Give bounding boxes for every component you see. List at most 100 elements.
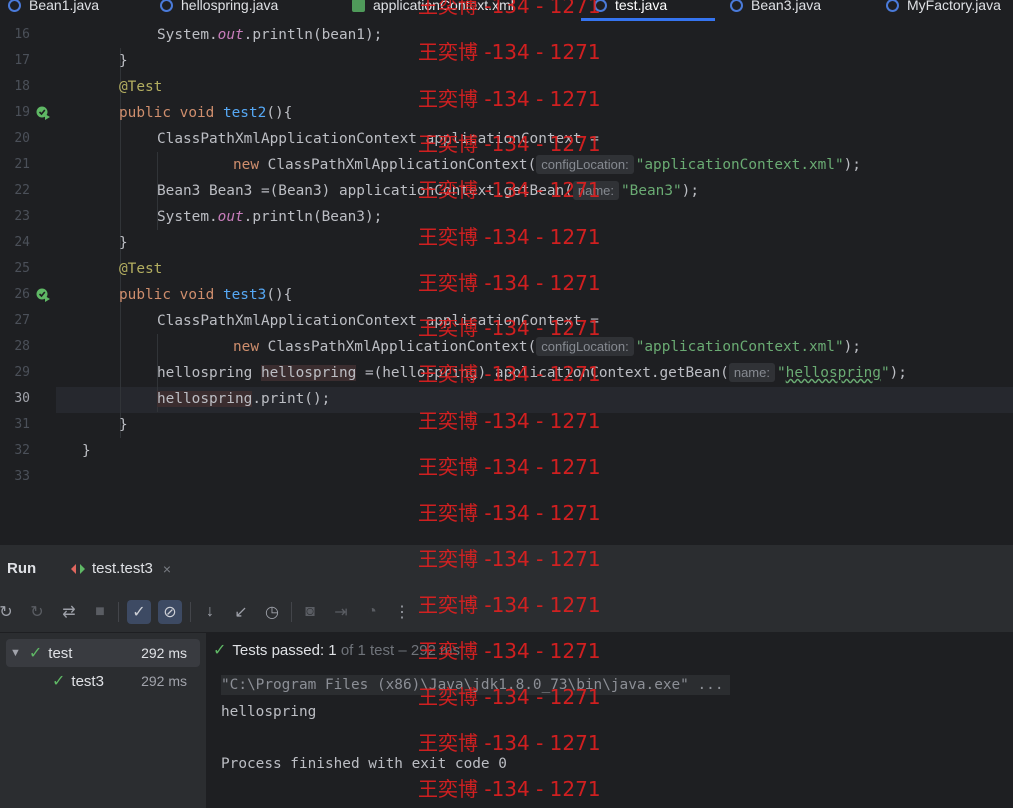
stop-icon[interactable]: ■ (88, 600, 112, 624)
close-tab-icon[interactable]: × (163, 561, 171, 577)
code-line-18: @Test (119, 79, 163, 95)
history-icon[interactable]: ◷ (260, 600, 284, 624)
toggle-auto-test-icon[interactable]: ⇄ (57, 600, 81, 624)
check-icon: ✓ (213, 642, 227, 659)
line-number: 21 (14, 157, 30, 172)
code-line-30: hellospring.print(); (157, 391, 331, 407)
line-number: 20 (14, 131, 30, 146)
more-icon[interactable]: ⋮ (390, 600, 414, 624)
code-line-32: } (82, 443, 91, 459)
tree-item-label: test (48, 644, 73, 662)
tab-application-context[interactable]: applicationContext.xml (352, 0, 514, 19)
code-line-28: new ClassPathXmlApplicationContext(confi… (233, 337, 861, 356)
tab-test[interactable]: test.java (594, 0, 667, 19)
tab-label: MyFactory.java (907, 0, 1001, 13)
tab-label: Bean3.java (751, 0, 822, 13)
test-status-bar: ✓ Tests passed: 1 of 1 test – 292 ms (213, 640, 460, 660)
tree-item-time: 292 ms (141, 645, 187, 661)
active-tab-indicator (581, 18, 715, 21)
java-class-icon (8, 0, 21, 12)
code-editor[interactable]: 16 17 18 19 20 21 22 23 24 25 26 27 28 2… (0, 22, 1013, 544)
tab-myfactory[interactable]: MyFactory.java (886, 0, 1001, 19)
tests-summary: of 1 test – 292 ms (340, 641, 461, 659)
code-line-17: } (119, 53, 128, 69)
code-line-22: Bean3 Bean3 =(Bean3) applicationContext.… (157, 181, 699, 200)
line-number: 22 (14, 183, 30, 198)
tab-label: test.java (615, 0, 668, 13)
line-number: 24 (14, 235, 30, 250)
xml-file-icon (352, 0, 365, 12)
line-number: 26 (14, 287, 30, 302)
import-tests-icon[interactable]: ⇥ (329, 600, 353, 624)
java-class-icon (160, 0, 173, 12)
run-panel-title: Run (7, 560, 37, 577)
code-line-21: new ClassPathXmlApplicationContext(confi… (233, 155, 861, 174)
line-number: 31 (14, 417, 30, 432)
editor-tab-bar: Bean1.java hellospring.java applicationC… (0, 0, 1013, 23)
line-number: 28 (14, 339, 30, 354)
sort-duration-icon[interactable]: ↙ (229, 600, 253, 624)
run-tab-test3[interactable]: test.test3 × (70, 560, 171, 577)
tree-item-label: test3 (71, 672, 104, 690)
run-tab-label: test.test3 (92, 560, 153, 577)
tab-hellospring[interactable]: hellospring.java (160, 0, 278, 19)
line-number: 16 (14, 27, 30, 42)
check-icon: ✓ (52, 673, 66, 690)
tree-item-test[interactable]: ▼ ✓ test 292 ms (6, 639, 200, 667)
line-number: 33 (14, 469, 30, 484)
tab-label: applicationContext.xml (373, 0, 514, 13)
line-number: 27 (14, 313, 30, 328)
code-line-16: System.out.println(bean1); (157, 27, 383, 43)
test-tree: ▼ ✓ test 292 ms ✓ test3 292 ms (0, 633, 207, 808)
code-line-27: ClassPathXmlApplicationContext applicati… (157, 313, 599, 329)
screenshot-icon[interactable]: ◙ (298, 600, 322, 624)
console-line-exit: Process finished with exit code 0 (221, 756, 507, 772)
rerun-failed-icon[interactable]: ↻ (25, 600, 49, 624)
line-number: 18 (14, 79, 30, 94)
java-class-icon (730, 0, 743, 12)
show-passed-icon[interactable]: ✓ (127, 600, 151, 624)
run-test-icon[interactable] (36, 288, 50, 302)
run-test-icon[interactable] (36, 106, 50, 120)
parameter-hint: name: (728, 363, 775, 382)
coverage-icon[interactable]: ◔ (360, 600, 384, 624)
tab-label: Bean1.java (29, 0, 100, 13)
line-number: 19 (14, 105, 30, 120)
check-icon: ✓ (28, 645, 43, 662)
code-line-24: } (119, 235, 128, 251)
code-line-31: } (119, 417, 128, 433)
line-number: 23 (14, 209, 30, 224)
code-line-25: @Test (119, 261, 163, 277)
line-number: 29 (14, 365, 30, 380)
console-output[interactable]: ✓ Tests passed: 1 of 1 test – 292 ms "C:… (207, 633, 1013, 808)
tab-bean1[interactable]: Bean1.java (8, 0, 99, 19)
tab-bean3[interactable]: Bean3.java (730, 0, 821, 19)
code-line-29: hellospring hellospring =(hellospring) a… (157, 363, 907, 382)
line-number: 17 (14, 53, 30, 68)
line-number: 32 (14, 443, 30, 458)
tests-passed-label: Tests passed: (232, 641, 325, 659)
rerun-icon[interactable]: ↻ (0, 600, 18, 624)
code-line-23: System.out.println(Bean3); (157, 209, 383, 225)
line-number: 30 (14, 391, 30, 406)
run-toolbar: ↻ ↻ ⇄ ■ ✓ ⊘ ↓ ↙ ◷ ◙ ⇥ ◔ ⋮ (0, 592, 1013, 633)
java-class-icon (594, 0, 607, 12)
line-number: 25 (14, 261, 30, 276)
test-config-icon (71, 563, 85, 574)
chevron-down-icon[interactable]: ▼ (10, 647, 21, 659)
sort-alpha-icon[interactable]: ↓ (198, 600, 222, 624)
show-ignored-icon[interactable]: ⊘ (158, 600, 182, 624)
parameter-hint: name: (572, 181, 620, 200)
run-panel-header: Run test.test3 × (0, 544, 1013, 593)
code-line-20: ClassPathXmlApplicationContext applicati… (157, 131, 599, 147)
console-line-command: "C:\Program Files (x86)\Java\jdk1.8.0_73… (221, 675, 730, 695)
java-class-icon (886, 0, 899, 12)
code-line-19: public void test2(){ (119, 105, 293, 121)
console-line-output: hellospring (221, 704, 317, 720)
tests-passed-count: 1 (328, 641, 337, 659)
parameter-hint: configLocation: (536, 155, 634, 174)
tab-label: hellospring.java (181, 0, 279, 13)
tree-item-time: 292 ms (141, 673, 187, 689)
code-line-26: public void test3(){ (119, 287, 293, 303)
tree-item-test3[interactable]: ✓ test3 292 ms (6, 667, 200, 695)
